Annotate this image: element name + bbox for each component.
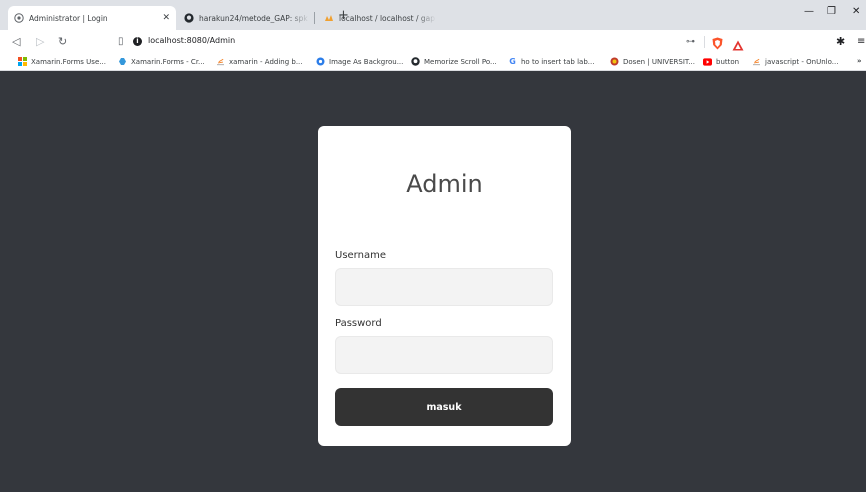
phpmyadmin-icon (324, 13, 334, 23)
brave-rewards-icon[interactable] (732, 36, 744, 55)
reload-icon[interactable]: ↻ (58, 35, 67, 49)
tab-title: localhost / localhost / gap | phpMyAd... (339, 13, 436, 23)
password-label: Password (335, 318, 382, 329)
password-input[interactable] (335, 336, 553, 374)
tab-strip: Administrator | Login ✕ harakun24/metode… (0, 0, 866, 30)
youtube-icon (703, 57, 712, 66)
globe-icon (14, 13, 24, 23)
tab-phpmyadmin[interactable]: localhost / localhost / gap | phpMyAd... (318, 6, 436, 30)
menu-icon[interactable]: ≡ (857, 35, 865, 49)
tab-separator (314, 12, 315, 24)
bookmark-label: Image As Backgrou... (329, 57, 404, 66)
minimize-icon[interactable]: — (804, 5, 814, 19)
close-window-icon[interactable]: ✕ (852, 5, 860, 19)
bookmark-xamarin-forms-use[interactable]: Xamarin.Forms Use... (18, 57, 106, 66)
github-icon (411, 57, 420, 66)
xamarin-icon (118, 57, 127, 66)
tab-title: harakun24/metode_GAP: spk mengg... (199, 13, 310, 23)
bookmark-memorize-scroll[interactable]: Memorize Scroll Po... (411, 57, 497, 66)
stackoverflow-icon (216, 57, 225, 66)
bookmark-label: javascript - OnUnlo... (765, 57, 839, 66)
login-card: Admin Username Password masuk (318, 126, 571, 446)
browser-toolbar: ◁ ▷ ↻ ▯ i localhost:8080/Admin ⊶ ✱ ≡ (0, 30, 866, 54)
bookmark-dosen-universitas[interactable]: Dosen | UNIVERSIT... (610, 57, 695, 66)
restore-icon[interactable]: ❐ (827, 5, 836, 19)
bookmark-javascript-onunload[interactable]: javascript - OnUnlo... (752, 57, 838, 66)
username-label: Username (335, 250, 386, 261)
brave-shield-icon[interactable] (712, 35, 723, 54)
masuk-button[interactable]: masuk (335, 388, 553, 426)
blue-circle-icon (316, 57, 325, 66)
bookmark-insert-tab-label[interactable]: G ho to insert tab lab... (508, 57, 594, 66)
address-bar[interactable]: localhost:8080/Admin (148, 36, 235, 45)
bookmark-button[interactable]: button (703, 57, 739, 66)
bookmark-xamarin-forms-cr[interactable]: Xamarin.Forms - Cr... (118, 57, 205, 66)
back-icon[interactable]: ◁ (12, 35, 20, 49)
forward-icon[interactable]: ▷ (36, 35, 44, 49)
bookmark-image-as-background[interactable]: Image As Backgrou... (316, 57, 403, 66)
tab-github[interactable]: harakun24/metode_GAP: spk mengg... (178, 6, 310, 30)
key-icon[interactable]: ⊶ (686, 35, 695, 49)
bookmarks-bar: Xamarin.Forms Use... Xamarin.Forms - Cr.… (0, 54, 866, 71)
tab-title: Administrator | Login (29, 13, 108, 23)
stackoverflow-icon (752, 57, 761, 66)
new-tab-button[interactable]: + (338, 9, 349, 23)
microsoft-icon (18, 57, 27, 66)
more-bookmarks-icon[interactable]: » (857, 57, 862, 65)
bookmark-page-icon[interactable]: ▯ (118, 35, 124, 49)
extensions-icon[interactable]: ✱ (836, 35, 845, 49)
github-icon (184, 13, 194, 23)
bookmark-label: xamarin - Adding b... (229, 57, 303, 66)
bookmark-label: Xamarin.Forms Use... (31, 57, 106, 66)
toolbar-separator (704, 36, 705, 48)
page-title: Admin (406, 170, 483, 198)
close-tab-icon[interactable]: ✕ (162, 13, 170, 23)
bookmark-label: Xamarin.Forms - Cr... (131, 57, 205, 66)
site-info-icon[interactable]: i (133, 37, 142, 46)
bookmark-label: button (716, 57, 740, 66)
bookmark-label: Dosen | UNIVERSIT... (623, 57, 695, 66)
bookmark-xamarin-adding[interactable]: xamarin - Adding b... (216, 57, 303, 66)
tab-administrator-login[interactable]: Administrator | Login ✕ (8, 6, 176, 30)
google-icon: G (509, 57, 516, 66)
bookmark-label: Memorize Scroll Po... (424, 57, 497, 66)
university-icon (610, 57, 619, 66)
bookmark-label: ho to insert tab lab... (521, 57, 595, 66)
username-input[interactable] (335, 268, 553, 306)
